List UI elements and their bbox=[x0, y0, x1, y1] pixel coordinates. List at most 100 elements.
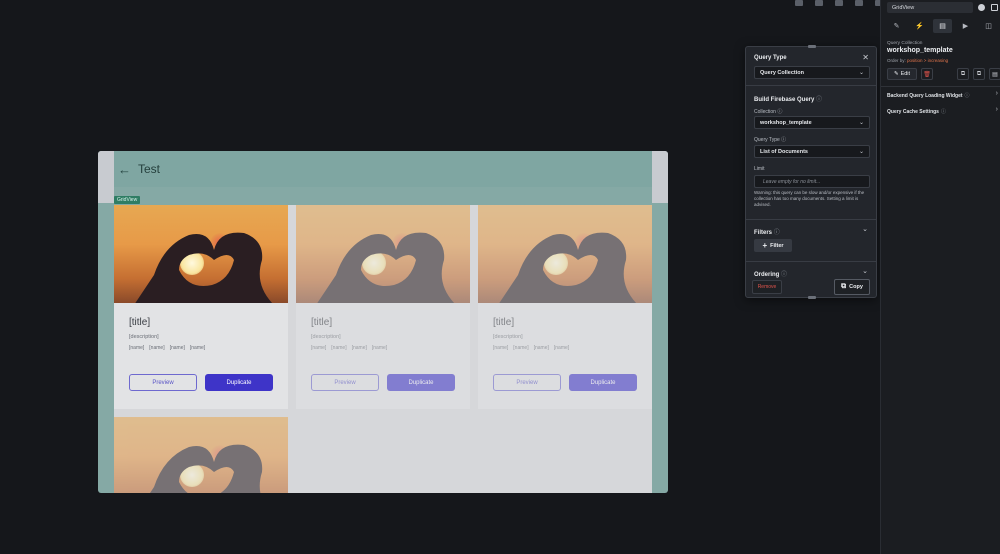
heart-hands-image bbox=[135, 232, 273, 303]
collection-select[interactable]: workshop_template ⌄ bbox=[754, 116, 870, 129]
heart-hands-image bbox=[499, 232, 637, 303]
card-name: [name] bbox=[371, 345, 388, 351]
add-filter-button[interactable]: + Filter bbox=[754, 239, 792, 252]
copy-button[interactable]: ⧉ Copy bbox=[834, 279, 870, 295]
card-description: [description] bbox=[129, 334, 159, 340]
card-name: [name] bbox=[533, 345, 549, 351]
widget-search-input[interactable]: GridView bbox=[887, 2, 973, 13]
grid-view[interactable]: [title] [description] [name] [name] [nam… bbox=[114, 205, 652, 493]
chevron-right-icon[interactable]: › bbox=[996, 106, 998, 113]
tab-backend-query[interactable]: ▤ bbox=[933, 19, 952, 33]
canvas-toolbar bbox=[795, 0, 883, 8]
info-icon: ⓘ bbox=[781, 137, 787, 143]
card-name: [name] bbox=[169, 345, 185, 351]
remove-button[interactable]: Remove bbox=[752, 280, 782, 294]
copy-icon[interactable]: ⧉ bbox=[957, 68, 969, 80]
filters-label: Filters ⓘ bbox=[754, 230, 780, 236]
duplicate-button[interactable]: Duplicate bbox=[205, 374, 273, 391]
panel-toggle-icon[interactable] bbox=[991, 4, 998, 11]
card-name: [name] bbox=[149, 345, 165, 351]
preview-button[interactable]: Preview bbox=[493, 374, 561, 391]
panel-tabs: ✎ ⚡ ▤ ▶ ◫ bbox=[887, 19, 998, 33]
template-card[interactable]: [title] [description] [name] [name] [nam… bbox=[114, 205, 288, 409]
chevron-down-icon: ⌄ bbox=[858, 70, 864, 76]
chevron-down-icon[interactable]: ⌄ bbox=[862, 225, 868, 233]
limit-input[interactable]: Leave empty for no limit... bbox=[754, 175, 870, 188]
chevron-down-icon: ⌄ bbox=[858, 120, 864, 126]
tab-more[interactable]: ◫ bbox=[979, 19, 998, 33]
ordering-label: Ordering ⓘ bbox=[754, 272, 788, 278]
zoom-icon[interactable] bbox=[855, 0, 863, 6]
device-preview: ← Test GridView [title] [description] [n… bbox=[98, 151, 668, 493]
paste-icon[interactable]: ⧉ bbox=[973, 68, 985, 80]
template-card[interactable] bbox=[114, 417, 288, 493]
phone-icon[interactable] bbox=[815, 0, 823, 6]
card-description: [description] bbox=[311, 334, 341, 340]
template-card[interactable]: [title] [description] [name] [name] [nam… bbox=[478, 205, 652, 409]
grid-icon[interactable] bbox=[835, 0, 843, 6]
limit-warning: Warning: this query can be slow and/or e… bbox=[754, 190, 865, 207]
duplicate-button[interactable]: Duplicate bbox=[569, 374, 637, 391]
card-name: [name] bbox=[351, 345, 367, 351]
edit-query-button[interactable]: ✎ Edit bbox=[887, 68, 917, 80]
page-title: Test bbox=[138, 162, 161, 176]
chevron-right-icon[interactable]: › bbox=[996, 90, 998, 97]
back-arrow-icon[interactable]: ← bbox=[118, 162, 134, 177]
query-cache-settings[interactable]: Query Cache Settings ⓘ bbox=[887, 108, 946, 115]
card-image bbox=[114, 417, 288, 493]
query-type-select[interactable]: Query Collection ⌄ bbox=[754, 66, 870, 79]
card-image bbox=[478, 205, 652, 303]
card-image bbox=[296, 205, 470, 303]
card-name: [name] bbox=[553, 345, 570, 351]
backend-query-loading-widget[interactable]: Backend Query Loading Widget ⓘ bbox=[887, 92, 970, 99]
duplicate-button[interactable]: Duplicate bbox=[387, 374, 455, 391]
chevron-down-icon[interactable]: ⌄ bbox=[862, 267, 868, 275]
query-type-label: Query Type ⓘ bbox=[754, 137, 787, 143]
info-icon: ⓘ bbox=[964, 93, 970, 99]
app-bar: ← Test bbox=[114, 151, 652, 187]
card-title: [title] bbox=[129, 317, 151, 328]
card-title: [title] bbox=[493, 317, 515, 328]
info-icon: ⓘ bbox=[781, 272, 788, 278]
info-icon: ⓘ bbox=[777, 109, 783, 115]
order-by-text: Order by: position > increasing bbox=[887, 58, 949, 63]
tab-actions[interactable]: ⚡ bbox=[910, 19, 929, 33]
card-image bbox=[114, 205, 288, 303]
document-icon[interactable]: ▤ bbox=[989, 68, 1000, 80]
properties-panel: GridView ✎ ⚡ ▤ ▶ ◫ Query Collection work… bbox=[880, 0, 1000, 554]
close-icon[interactable]: ✕ bbox=[862, 53, 869, 62]
card-name: [name] bbox=[493, 345, 509, 351]
card-title: [title] bbox=[311, 317, 333, 328]
card-name: [name] bbox=[513, 345, 529, 351]
copy-icon: ⧉ bbox=[841, 283, 847, 290]
preview-button[interactable]: Preview bbox=[311, 374, 379, 391]
card-name: [name] bbox=[331, 345, 347, 351]
heart-hands-image bbox=[317, 232, 455, 303]
move-icon[interactable] bbox=[795, 0, 803, 6]
delete-icon[interactable]: 🗑 bbox=[921, 68, 933, 80]
card-name: [name] bbox=[311, 345, 327, 351]
query-popup: Query Type ✕ Query Collection ⌄ Build Fi… bbox=[745, 45, 877, 299]
collection-label: Collection ⓘ bbox=[754, 109, 783, 115]
tab-properties[interactable]: ✎ bbox=[887, 19, 906, 33]
list-type-select[interactable]: List of Documents ⌄ bbox=[754, 145, 870, 158]
build-query-title: Build Firebase Query ⓘ bbox=[754, 97, 823, 103]
collection-name: workshop_template bbox=[887, 47, 953, 54]
limit-label: Limit bbox=[754, 166, 765, 172]
popup-header: Query Type bbox=[754, 55, 787, 61]
template-card[interactable]: [title] [description] [name] [name] [nam… bbox=[296, 205, 470, 409]
canvas: ← Test GridView [title] [description] [n… bbox=[0, 0, 883, 554]
card-name: [name] bbox=[189, 345, 206, 351]
info-icon: ⓘ bbox=[773, 230, 780, 236]
info-icon: ⓘ bbox=[940, 109, 946, 115]
heart-hands-image bbox=[150, 444, 263, 493]
plus-icon: + bbox=[762, 241, 768, 250]
query-collection-label: Query Collection bbox=[887, 41, 923, 46]
tab-animations[interactable]: ▶ bbox=[956, 19, 975, 33]
chevron-down-icon: ⌄ bbox=[858, 149, 864, 155]
theme-icon[interactable] bbox=[978, 4, 985, 11]
preview-button[interactable]: Preview bbox=[129, 374, 197, 391]
card-description: [description] bbox=[493, 334, 523, 340]
gridview-tag[interactable]: GridView bbox=[114, 196, 141, 204]
card-name: [name] bbox=[129, 345, 145, 351]
